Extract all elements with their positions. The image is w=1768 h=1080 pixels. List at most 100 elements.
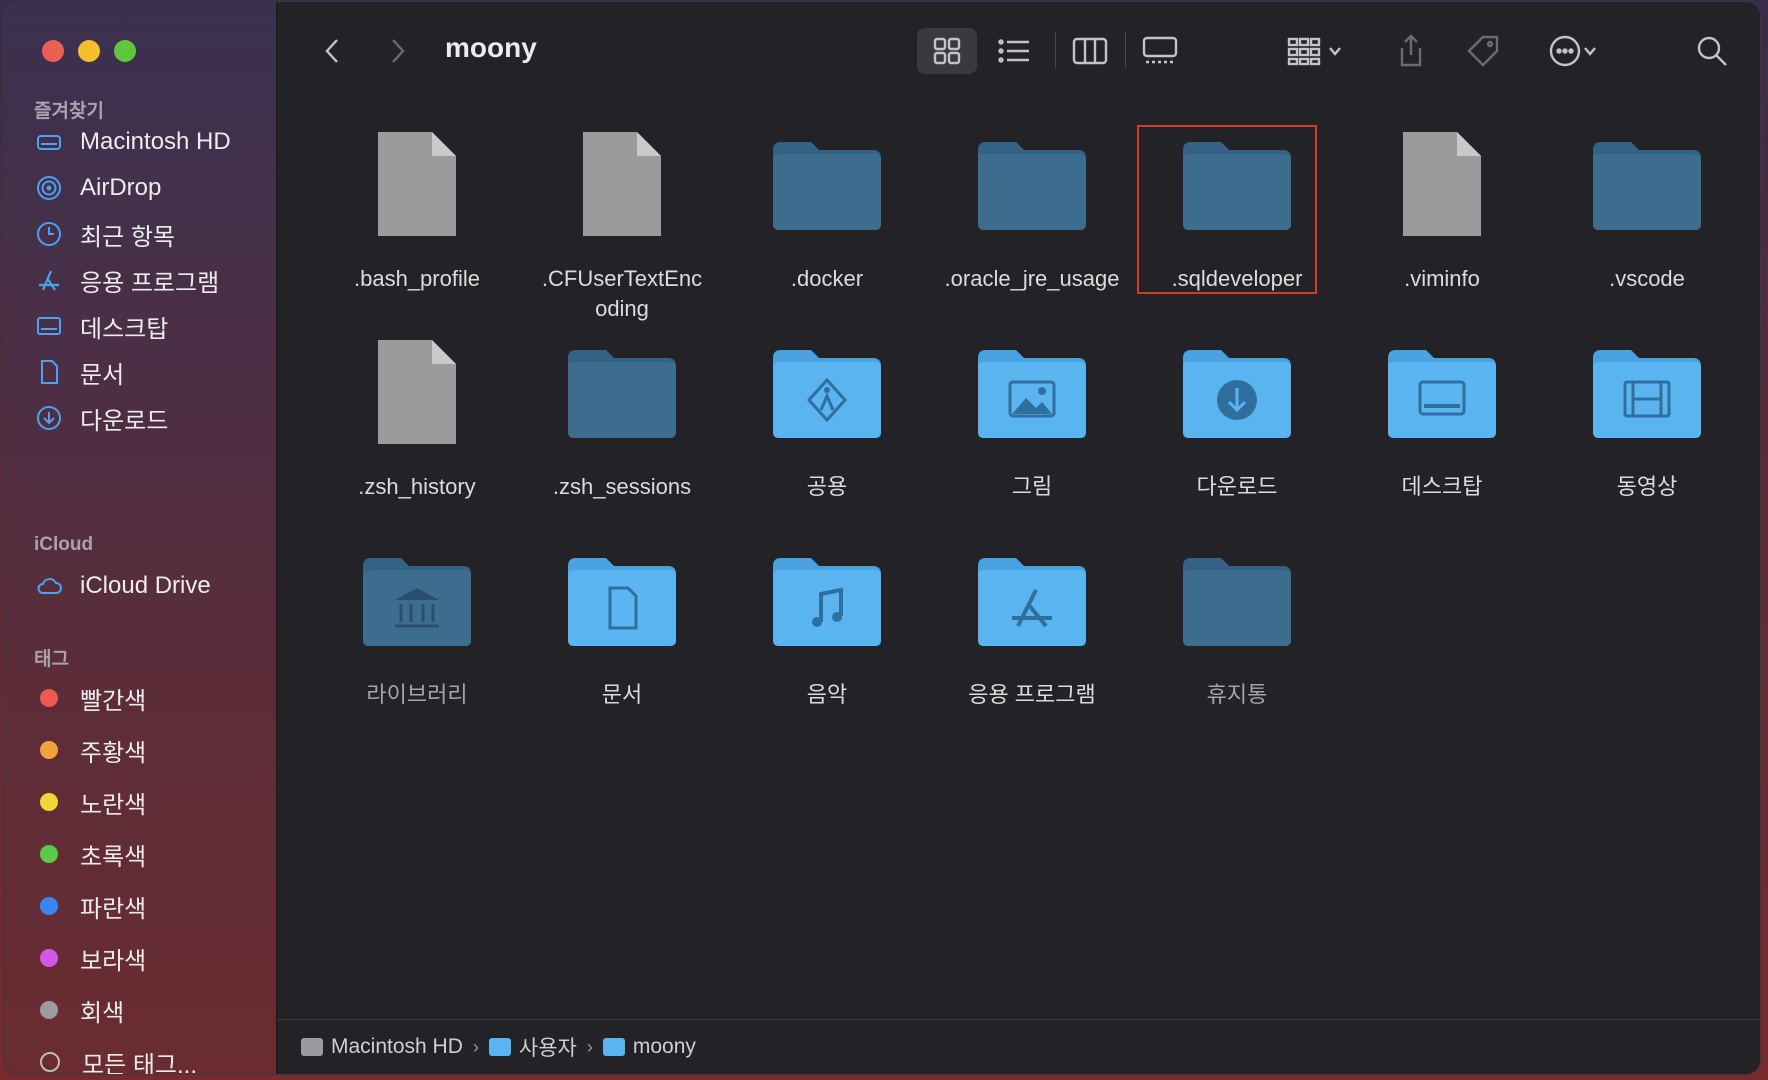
movies-folder-icon <box>1547 338 1747 464</box>
file-name-label: 다운로드 <box>1196 474 1278 499</box>
path-label: 사용자 <box>518 1037 577 1060</box>
chevron-down-icon <box>1584 47 1596 56</box>
all-tags-icon <box>40 1052 60 1072</box>
file-name-label: 그림 <box>1011 474 1053 499</box>
search-icon <box>1697 36 1727 66</box>
file-item[interactable]: 다운로드 <box>1137 338 1337 538</box>
sidebar-tag-yellow[interactable]: 노란색 <box>34 782 264 822</box>
hard-drive-icon <box>34 127 64 157</box>
tag-button[interactable] <box>1459 28 1507 74</box>
folder-icon <box>1547 130 1747 256</box>
file-item[interactable]: 문서 <box>522 546 722 746</box>
toolbar-divider <box>1125 32 1126 68</box>
path-segment-users[interactable]: 사용자 <box>488 1032 577 1062</box>
file-item[interactable]: .zsh_sessions <box>522 338 722 538</box>
sidebar-item-recents[interactable]: 최근 항목 <box>34 214 264 254</box>
library-folder-icon <box>317 546 517 672</box>
sidebar-item-downloads[interactable]: 다운로드 <box>34 398 264 438</box>
document-file-icon <box>317 130 517 250</box>
sidebar-tag-orange[interactable]: 주황색 <box>34 730 264 770</box>
sidebar-item-label: 모든 태그... <box>82 1051 197 1075</box>
file-item[interactable]: .docker <box>727 130 927 330</box>
chevron-left-icon <box>325 39 338 63</box>
gallery-view-icon <box>1142 36 1178 64</box>
clock-icon <box>34 219 64 249</box>
group-icon <box>1287 37 1321 66</box>
column-view-icon <box>1072 37 1108 65</box>
ellipsis-circle-icon <box>1549 35 1581 67</box>
gallery-view-button[interactable] <box>1133 28 1187 74</box>
file-item[interactable]: .zsh_history <box>317 338 517 538</box>
file-item[interactable]: 공용 <box>727 338 927 538</box>
file-name-label: .sqldeveloper <box>1171 266 1303 291</box>
file-name-label: .docker <box>790 266 864 291</box>
file-item[interactable]: 동영상 <box>1547 338 1747 538</box>
file-item[interactable]: .sqldeveloper <box>1137 130 1337 330</box>
sidebar-item-documents[interactable]: 문서 <box>34 352 264 392</box>
main-content: moony .bash_profile .CFUserTextEncoding … <box>277 2 1760 1074</box>
share-icon <box>1400 34 1422 67</box>
tags-title: 태그 <box>34 649 69 670</box>
toolbar-divider <box>1055 32 1056 68</box>
file-item[interactable]: 응용 프로그램 <box>932 546 1132 746</box>
icon-view-button[interactable] <box>917 28 977 74</box>
sidebar-tag-blue[interactable]: 파란색 <box>34 886 264 926</box>
downloads-folder-icon <box>1137 338 1337 464</box>
home-folder-icon <box>602 1038 625 1056</box>
tag-dot-icon <box>40 845 58 863</box>
file-item[interactable]: .CFUserTextEncoding <box>522 130 722 330</box>
sidebar-item-icloud-drive[interactable]: iCloud Drive <box>34 566 264 606</box>
file-name-label: 휴지통 <box>1206 682 1268 707</box>
sidebar-tag-red[interactable]: 빨간색 <box>34 678 264 718</box>
file-name-label: .viminfo <box>1404 266 1480 291</box>
apps-folder-icon <box>932 546 1132 672</box>
file-name-label: 음악 <box>806 682 848 707</box>
sidebar-item-applications[interactable]: 응용 프로그램 <box>34 260 264 300</box>
sidebar-tag-purple[interactable]: 보라색 <box>34 938 264 978</box>
document-file-icon <box>1342 130 1542 250</box>
file-name-label: .oracle_jre_usage <box>944 266 1120 291</box>
share-button[interactable] <box>1389 28 1433 74</box>
sidebar-item-macintosh-hd[interactable]: Macintosh HD <box>34 122 264 162</box>
sidebar-tag-all[interactable]: 모든 태그... <box>34 1042 264 1074</box>
forward-button[interactable] <box>377 28 417 74</box>
file-item[interactable]: .viminfo <box>1342 130 1542 330</box>
file-name-label: 응용 프로그램 <box>968 682 1096 707</box>
sidebar-item-airdrop[interactable]: AirDrop <box>34 168 264 208</box>
file-item[interactable]: .bash_profile <box>317 130 517 330</box>
search-button[interactable] <box>1689 28 1735 74</box>
file-item[interactable]: .oracle_jre_usage <box>932 130 1132 330</box>
file-name-label: 라이브러리 <box>366 682 468 707</box>
file-name-label: .bash_profile <box>354 266 480 291</box>
file-item[interactable]: 데스크탑 <box>1342 338 1542 538</box>
music-folder-icon <box>727 546 927 672</box>
file-item[interactable]: 그림 <box>932 338 1132 538</box>
sidebar-tag-green[interactable]: 초록색 <box>34 834 264 874</box>
group-by-button[interactable] <box>1277 28 1353 74</box>
file-item[interactable]: 휴지통 <box>1137 546 1337 746</box>
desktop-folder-icon <box>1342 338 1542 464</box>
tag-dot-icon <box>40 1001 58 1019</box>
file-name-label: .CFUserTextEncoding <box>541 266 703 321</box>
applications-icon <box>34 265 64 295</box>
path-segment-moony[interactable]: moony <box>602 1035 696 1059</box>
path-segment-macintosh-hd[interactable]: Macintosh HD <box>301 1035 463 1059</box>
minimize-button[interactable] <box>78 40 100 62</box>
list-view-button[interactable] <box>989 28 1039 74</box>
column-view-button[interactable] <box>1063 28 1117 74</box>
download-icon <box>34 403 64 433</box>
zoom-button[interactable] <box>114 40 136 62</box>
file-item[interactable]: 라이브러리 <box>317 546 517 746</box>
tag-icon <box>1467 35 1499 67</box>
close-button[interactable] <box>42 40 64 62</box>
file-item[interactable]: 음악 <box>727 546 927 746</box>
more-actions-button[interactable] <box>1535 28 1611 74</box>
airdrop-icon <box>34 173 64 203</box>
sidebar-item-label: iCloud Drive <box>80 572 211 599</box>
back-button[interactable] <box>313 28 353 74</box>
document-file-icon <box>522 130 722 250</box>
file-item[interactable]: .vscode <box>1547 130 1747 330</box>
sidebar-tag-gray[interactable]: 회색 <box>34 990 264 1030</box>
file-name-label: .zsh_sessions <box>552 474 692 499</box>
sidebar-item-desktop[interactable]: 데스크탑 <box>34 306 264 346</box>
